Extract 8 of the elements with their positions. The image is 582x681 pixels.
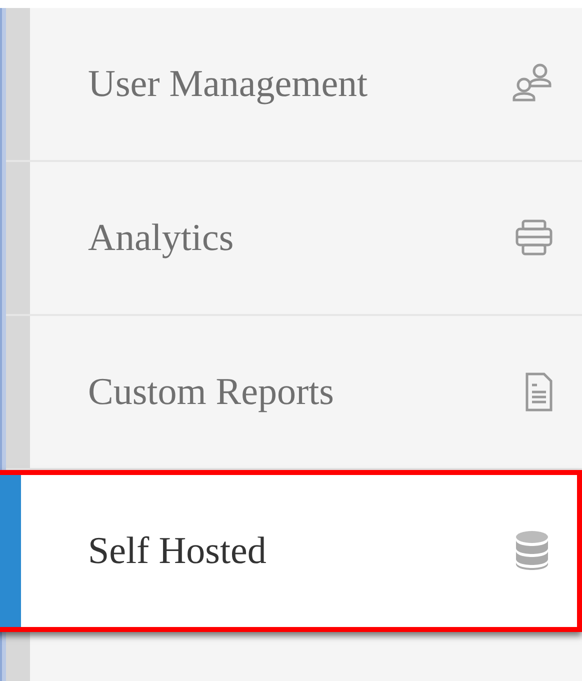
sidebar-item[interactable]: Custom Reports [6, 316, 582, 468]
sidebar-item[interactable]: Self Hosted [0, 475, 577, 627]
document-icon [524, 372, 554, 412]
sidebar-item[interactable] [6, 632, 582, 681]
sidebar-item[interactable]: User Management [6, 8, 582, 160]
printer-icon [514, 218, 554, 258]
database-icon [515, 530, 549, 572]
sidebar-item[interactable]: Analytics [6, 162, 582, 314]
